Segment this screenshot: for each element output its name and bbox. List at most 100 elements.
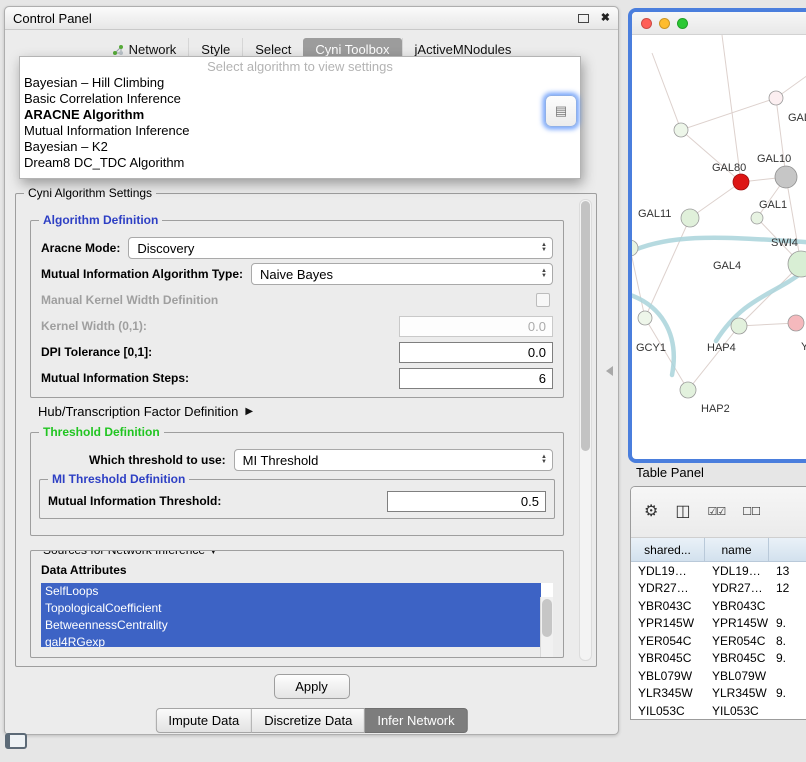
settings-scroll-thumb[interactable]: [581, 201, 590, 451]
column-header-name[interactable]: name: [705, 538, 769, 561]
attribute-item-topologicalcoefficient[interactable]: TopologicalCoefficient: [41, 600, 541, 617]
table-cell: YBL079W: [705, 669, 769, 683]
close-traffic-light[interactable]: [641, 18, 652, 29]
table-row[interactable]: YBR045CYBR045C9.: [631, 650, 806, 668]
network-node[interactable]: [632, 240, 638, 256]
network-edge[interactable]: [776, 98, 786, 177]
network-view-window: GAL80GAL10GAL1GAL11SWI4GAL4GCY1HAP4HAP2G…: [628, 8, 806, 463]
mi-threshold-field[interactable]: 0.5: [387, 491, 546, 512]
bottom-tabbar: Impute DataDiscretize DataInfer Network: [155, 708, 467, 733]
bottom-tab-impute-data[interactable]: Impute Data: [155, 708, 252, 733]
algorithm-option-dream8-dc-tdc-algorithm[interactable]: Dream8 DC_TDC Algorithm: [20, 155, 580, 171]
algorithm-definition-title: Algorithm Definition: [39, 213, 162, 227]
bottom-tab-infer-network[interactable]: Infer Network: [365, 708, 467, 733]
minimized-panel-icon[interactable]: [5, 733, 27, 749]
table-cell: YDR27…: [631, 581, 705, 595]
table-row[interactable]: YER054CYER054C8.: [631, 632, 806, 650]
network-edge[interactable]: [652, 53, 681, 130]
network-node[interactable]: [788, 315, 804, 331]
deselect-all-rows-icon[interactable]: ☐☐: [742, 507, 760, 518]
zoom-traffic-light[interactable]: [677, 18, 688, 29]
dpi-tolerance-label: DPI Tolerance [0,1]:: [41, 345, 152, 359]
network-node[interactable]: [751, 212, 763, 224]
close-window-icon[interactable]: ✖: [601, 13, 610, 24]
splitter-collapse-handle[interactable]: [606, 366, 613, 376]
network-graph[interactable]: GAL80GAL10GAL1GAL11SWI4GAL4GCY1HAP4HAP2G…: [632, 35, 806, 452]
table-row[interactable]: YBL079WYBL079W: [631, 667, 806, 685]
network-node[interactable]: [674, 123, 688, 137]
float-window-icon[interactable]: [578, 14, 589, 23]
cyni-algorithm-settings-title: Cyni Algorithm Settings: [24, 186, 156, 200]
network-node[interactable]: [788, 251, 806, 277]
network-edge[interactable]: [722, 35, 741, 182]
algorithm-option-mutual-information-inference[interactable]: Mutual Information Inference: [20, 123, 580, 139]
network-node[interactable]: [769, 91, 783, 105]
column-header-shared-[interactable]: shared...: [631, 538, 705, 561]
table-row[interactable]: YBR043CYBR043C: [631, 597, 806, 615]
attribute-list-scroll-thumb[interactable]: [542, 599, 552, 637]
table-cell: YIL053C: [631, 704, 705, 718]
desktop: Control Panel ✖ NetworkStyleSelectCyni T…: [0, 0, 806, 762]
network-edge[interactable]: [645, 218, 690, 318]
which-threshold-label: Which threshold to use:: [89, 453, 226, 467]
table-row[interactable]: YIL053CYIL053C: [631, 702, 806, 720]
network-edge[interactable]: [681, 98, 776, 130]
network-node[interactable]: [680, 382, 696, 398]
aracne-mode-select[interactable]: Discovery ▲▼: [128, 237, 553, 259]
which-threshold-select[interactable]: MI Threshold ▲▼: [234, 449, 553, 471]
data-attributes-list[interactable]: SelfLoopsTopologicalCoefficientBetweenne…: [41, 583, 553, 647]
mi-steps-field[interactable]: 6: [399, 368, 553, 389]
attribute-item-selfloops[interactable]: SelfLoops: [41, 583, 541, 600]
algorithm-option-bayesian-hill-climbing[interactable]: Bayesian – Hill Climbing: [20, 75, 580, 91]
columns-icon[interactable]: ◫: [675, 504, 690, 520]
table-cell: YIL053C: [705, 704, 769, 718]
combo-stepper-icon: ▲▼: [535, 455, 547, 465]
network-node[interactable]: [681, 209, 699, 227]
network-node[interactable]: [638, 311, 652, 325]
network-edge-highlighted[interactable]: [716, 271, 804, 341]
algorithm-option-aracne-algorithm[interactable]: ARACNE Algorithm: [20, 107, 580, 123]
network-edge-highlighted[interactable]: [632, 293, 674, 375]
attribute-list-scrollbar[interactable]: [540, 597, 553, 658]
sources-group-title[interactable]: Sources for Network Inference ▼: [39, 550, 222, 557]
attribute-item-gal4rgexp[interactable]: gal4RGexp: [41, 634, 541, 647]
table-row[interactable]: YLR345WYLR345W9.: [631, 685, 806, 703]
threshold-definition-group: Threshold Definition Which threshold to …: [30, 432, 564, 536]
network-edge[interactable]: [739, 323, 796, 326]
minimize-traffic-light[interactable]: [659, 18, 670, 29]
network-edge[interactable]: [681, 130, 741, 182]
algorithm-dropdown-items: Bayesian – Hill ClimbingBasic Correlatio…: [20, 75, 580, 171]
kernel-width-field[interactable]: 0.0: [399, 316, 553, 337]
network-node-label: HAP2: [701, 403, 730, 415]
table-cell: 9.: [769, 686, 806, 700]
network-edge[interactable]: [632, 248, 645, 318]
network-node-label: Y: [801, 341, 806, 353]
table-cell: YPR145W: [631, 616, 705, 630]
algorithm-option-basic-correlation-inference[interactable]: Basic Correlation Inference: [20, 91, 580, 107]
select-all-rows-icon[interactable]: ☑☑: [707, 507, 725, 518]
network-edge[interactable]: [688, 326, 739, 390]
table-row[interactable]: YPR145WYPR145W9.: [631, 615, 806, 633]
network-node-label: GAL4: [713, 260, 741, 272]
tab-label: Style: [201, 42, 230, 57]
network-node[interactable]: [775, 166, 797, 188]
table-cell: YBR043C: [631, 599, 705, 613]
network-node[interactable]: [733, 174, 749, 190]
dpi-tolerance-field[interactable]: 0.0: [399, 342, 553, 363]
algorithm-chooser-button[interactable]: ▤: [545, 95, 577, 127]
attribute-item-betweennesscentrality[interactable]: BetweennessCentrality: [41, 617, 541, 634]
manual-kernel-checkbox[interactable]: [536, 293, 550, 307]
settings-scrollbar[interactable]: [579, 199, 592, 661]
hub-definition-toggle[interactable]: Hub/Transcription Factor Definition ▶: [38, 404, 253, 419]
bottom-tab-discretize-data[interactable]: Discretize Data: [252, 708, 365, 733]
table-cell: YBR045C: [631, 651, 705, 665]
mi-type-select[interactable]: Naive Bayes ▲▼: [251, 263, 553, 285]
network-node[interactable]: [731, 318, 747, 334]
algorithm-option-bayesian-k2[interactable]: Bayesian – K2: [20, 139, 580, 155]
table-row[interactable]: YDR27…YDR27…12: [631, 580, 806, 598]
table-row[interactable]: YDL19…YDL19…13: [631, 562, 806, 580]
gear-icon[interactable]: ⚙: [644, 504, 658, 520]
column-header-2[interactable]: [769, 538, 806, 561]
network-canvas[interactable]: GAL80GAL10GAL1GAL11SWI4GAL4GCY1HAP4HAP2G…: [632, 35, 806, 452]
apply-button[interactable]: Apply: [274, 674, 350, 699]
